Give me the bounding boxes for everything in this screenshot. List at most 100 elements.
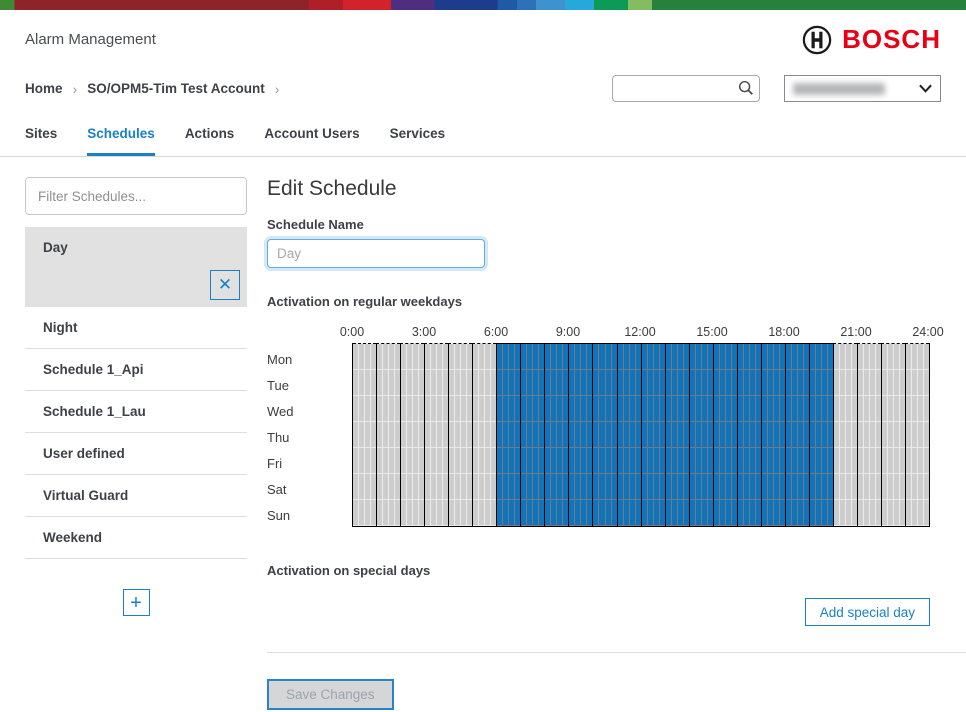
quarter-cell[interactable] [924,344,929,526]
quarter-cell[interactable] [509,344,514,526]
hour-column-1-inactive[interactable] [376,343,400,526]
quarter-cell[interactable] [912,344,917,526]
quarter-cell[interactable] [648,344,653,526]
sidebar-item-day-selected[interactable]: Day ✕ [25,227,247,307]
quarter-cell[interactable] [870,344,875,526]
quarter-cell[interactable] [726,344,731,526]
quarter-cell[interactable] [569,344,574,526]
breadcrumb-item-0[interactable]: Home [25,81,63,96]
hour-column-8-active[interactable] [544,343,568,526]
hour-column-12-active[interactable] [641,343,665,526]
quarter-cell[interactable] [666,344,671,526]
quarter-cell[interactable] [437,344,442,526]
quarter-cell[interactable] [461,344,466,526]
quarter-cell[interactable] [798,344,803,526]
quarter-cell[interactable] [593,344,598,526]
quarter-cell[interactable] [353,344,358,526]
quarter-cell[interactable] [672,344,677,526]
schedule-name-input[interactable] [267,239,485,268]
quarter-cell[interactable] [894,344,899,526]
quarter-cell[interactable] [786,344,791,526]
quarter-cell[interactable] [888,344,893,526]
quarter-cell[interactable] [479,344,484,526]
hour-column-14-active[interactable] [689,343,713,526]
quarter-cell[interactable] [792,344,797,526]
filter-schedules-input[interactable] [25,177,247,215]
hour-column-4-inactive[interactable] [448,343,472,526]
remove-schedule-button[interactable]: ✕ [210,270,240,300]
quarter-cell[interactable] [816,344,821,526]
hour-column-7-active[interactable] [520,343,544,526]
quarter-cell[interactable] [606,344,611,526]
quarter-cell[interactable] [365,344,370,526]
quarter-cell[interactable] [768,344,773,526]
quarter-cell[interactable] [846,344,851,526]
quarter-cell[interactable] [485,344,490,526]
tab-actions[interactable]: Actions [185,126,235,156]
quarter-cell[interactable] [455,344,460,526]
hour-column-13-active[interactable] [665,343,689,526]
tab-sites[interactable]: Sites [25,126,57,156]
quarter-cell[interactable] [497,344,502,526]
quarter-cell[interactable] [630,344,635,526]
quarter-cell[interactable] [720,344,725,526]
quarter-cell[interactable] [383,344,388,526]
quarter-cell[interactable] [575,344,580,526]
hour-column-11-active[interactable] [617,343,641,526]
quarter-cell[interactable] [545,344,550,526]
quarter-cell[interactable] [750,344,755,526]
hour-column-3-inactive[interactable] [424,343,448,526]
hour-column-18-active[interactable] [785,343,809,526]
hour-column-15-active[interactable] [713,343,737,526]
quarter-cell[interactable] [407,344,412,526]
quarter-cell[interactable] [503,344,508,526]
quarter-cell[interactable] [449,344,454,526]
quarter-cell[interactable] [714,344,719,526]
quarter-cell[interactable] [702,344,707,526]
quarter-cell[interactable] [864,344,869,526]
hour-column-17-active[interactable] [761,343,785,526]
quarter-cell[interactable] [822,344,827,526]
add-special-day-button[interactable]: Add special day [805,598,930,626]
quarter-cell[interactable] [533,344,538,526]
quarter-cell[interactable] [858,344,863,526]
save-changes-button[interactable]: Save Changes [267,679,394,710]
quarter-cell[interactable] [581,344,586,526]
quarter-cell[interactable] [840,344,845,526]
quarter-cell[interactable] [810,344,815,526]
sidebar-item-virtual-guard[interactable]: Virtual Guard [25,475,247,517]
search-icon[interactable] [737,79,755,97]
quarter-cell[interactable] [654,344,659,526]
quarter-cell[interactable] [774,344,779,526]
account-dropdown[interactable] [784,75,941,102]
hour-column-2-inactive[interactable] [400,343,424,526]
quarter-cell[interactable] [413,344,418,526]
tab-services[interactable]: Services [390,126,446,156]
sidebar-item-night[interactable]: Night [25,307,247,349]
hour-column-20-inactive[interactable] [833,343,857,526]
quarter-cell[interactable] [834,344,839,526]
quarter-cell[interactable] [425,344,430,526]
quarter-cell[interactable] [527,344,532,526]
quarter-cell[interactable] [618,344,623,526]
quarter-cell[interactable] [599,344,604,526]
quarter-cell[interactable] [918,344,923,526]
quarter-cell[interactable] [624,344,629,526]
quarter-cell[interactable] [690,344,695,526]
quarter-cell[interactable] [431,344,436,526]
tab-account-users[interactable]: Account Users [264,126,359,156]
quarter-cell[interactable] [473,344,478,526]
quarter-cell[interactable] [521,344,526,526]
hour-column-6-active[interactable] [496,343,520,526]
quarter-cell[interactable] [696,344,701,526]
sidebar-item-user-defined[interactable]: User defined [25,433,247,475]
sidebar-item-schedule-1-api[interactable]: Schedule 1_Api [25,349,247,391]
hour-column-5-inactive[interactable] [472,343,496,526]
quarter-cell[interactable] [551,344,556,526]
breadcrumb-item-1[interactable]: SO/OPM5-Tim Test Account [87,81,265,96]
quarter-cell[interactable] [557,344,562,526]
quarter-cell[interactable] [359,344,364,526]
quarter-cell[interactable] [377,344,382,526]
quarter-cell[interactable] [678,344,683,526]
quarter-cell[interactable] [762,344,767,526]
